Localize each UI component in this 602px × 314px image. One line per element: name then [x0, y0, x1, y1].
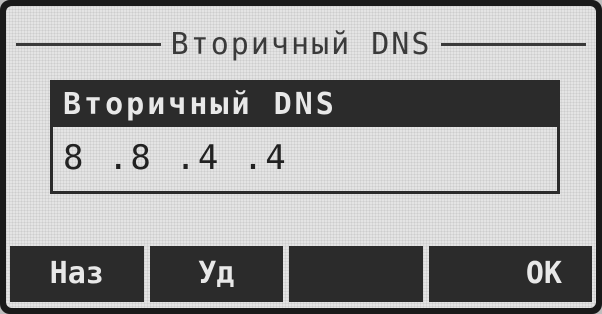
page-title: Вторичный DNS — [170, 26, 432, 62]
back-softkey[interactable]: Наз — [10, 246, 144, 302]
delete-softkey[interactable]: Уд — [149, 246, 283, 302]
secondary-dns-field[interactable]: Вторичный DNS 8 .8 .4 .4 — [50, 80, 560, 194]
title-rule-right — [441, 42, 586, 46]
softkey-bar: Наз Уд OK — [10, 246, 592, 302]
title-rule-left — [16, 42, 161, 46]
empty-softkey[interactable] — [289, 246, 423, 302]
lcd-screen: Вторичный DNS Вторичный DNS 8 .8 .4 .4 Н… — [6, 6, 596, 308]
title-bar: Вторичный DNS — [16, 24, 586, 64]
ok-softkey[interactable]: OK — [428, 246, 592, 302]
dns-input[interactable]: 8 .8 .4 .4 — [53, 127, 557, 189]
field-label: Вторичный DNS — [53, 83, 557, 127]
